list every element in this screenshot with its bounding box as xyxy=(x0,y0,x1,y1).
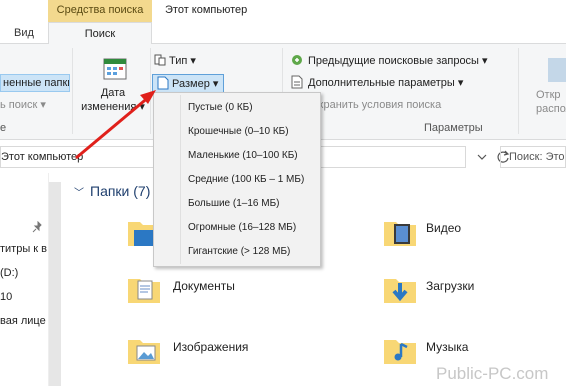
chevron-down-icon: ﹀ xyxy=(74,188,84,199)
size-option-huge[interactable]: Огромные (16–128 МБ) xyxy=(154,217,320,239)
save-search-button[interactable]: хранить условия поиска xyxy=(318,96,441,114)
type-button[interactable]: Тип ▾ xyxy=(154,52,196,70)
open-file-location-button[interactable]: Откр расположен xyxy=(524,50,566,120)
size-dropdown-menu: Пустые (0 КБ) Крошечные (0–10 КБ) Малень… xyxy=(153,92,321,267)
folders-group-title: Папки (7) xyxy=(90,183,151,199)
open-location-label: Откр расположен xyxy=(536,89,566,115)
tab-view[interactable]: Вид xyxy=(0,22,48,44)
ribbon-separator xyxy=(150,48,151,134)
ribbon-tab-row: Вид Поиск xyxy=(0,22,566,45)
location-group-label: е xyxy=(0,122,7,134)
size-button[interactable]: Размер ▾ xyxy=(152,74,224,94)
pictures-folder-icon[interactable] xyxy=(126,332,162,368)
ribbon-separator xyxy=(518,48,519,134)
documents-folder-icon[interactable] xyxy=(126,271,162,307)
document-size-icon xyxy=(157,76,169,90)
search-input[interactable]: Поиск: Это xyxy=(500,146,566,168)
window-title: Этот компьютер xyxy=(165,4,248,16)
type-icon xyxy=(154,54,166,66)
calendar-icon xyxy=(103,58,127,80)
folder-name[interactable]: Документы xyxy=(173,279,235,293)
all-subfolders-button[interactable]: ненные папки xyxy=(0,74,70,92)
recent-searches-icon xyxy=(292,55,302,65)
type-label: Тип ▾ xyxy=(169,55,196,67)
nav-item[interactable]: (D:) xyxy=(0,267,18,279)
advanced-options-button[interactable]: Дополнительные параметры ▾ xyxy=(290,74,463,92)
music-folder-icon[interactable] xyxy=(382,332,418,368)
open-location-icon xyxy=(548,58,566,82)
previous-searches-label: Предыдущие поисковые запросы ▾ xyxy=(308,55,488,67)
folders-group-header[interactable]: ﹀ Папки (7) xyxy=(74,183,150,199)
watermark: Public-PC.com xyxy=(436,364,549,383)
chevron-down-icon xyxy=(477,154,487,160)
nav-item[interactable]: 10 xyxy=(0,291,12,303)
folder-name[interactable]: Изображения xyxy=(173,340,248,354)
nav-scrollbar-thumb[interactable] xyxy=(49,182,61,386)
date-modified-button[interactable]: Дата изменения ▾ xyxy=(78,48,148,120)
nav-item[interactable]: вая лице xyxy=(0,315,46,327)
options-group-label: Параметры xyxy=(424,122,483,134)
advanced-options-label: Дополнительные параметры ▾ xyxy=(308,77,464,89)
size-option-gigantic[interactable]: Гигантские (> 128 МБ) xyxy=(154,241,320,263)
search-again-button[interactable]: ь поиск ▾ xyxy=(0,96,70,114)
size-option-large[interactable]: Большие (1–16 МБ) xyxy=(154,193,320,215)
pin-icon[interactable] xyxy=(32,221,44,233)
size-option-tiny[interactable]: Крошечные (0–10 КБ) xyxy=(154,121,320,143)
tab-search[interactable]: Поиск xyxy=(48,22,152,45)
document-options-icon xyxy=(291,75,303,89)
ribbon-separator xyxy=(72,48,73,134)
size-option-medium[interactable]: Средние (100 КБ – 1 МБ) xyxy=(154,169,320,191)
size-label: Размер ▾ xyxy=(172,78,219,90)
previous-searches-button[interactable]: Предыдущие поисковые запросы ▾ xyxy=(290,52,488,70)
address-history-dropdown[interactable] xyxy=(474,146,490,168)
date-modified-label: Дата изменения ▾ xyxy=(81,87,145,113)
folder-name[interactable]: Музыка xyxy=(426,340,468,354)
size-option-empty[interactable]: Пустые (0 КБ) xyxy=(154,97,320,119)
address-path: Этот компьютер xyxy=(1,151,84,163)
folder-name[interactable]: Видео xyxy=(426,221,461,235)
downloads-folder-icon[interactable] xyxy=(382,271,418,307)
context-tab-header: Средства поиска xyxy=(48,0,152,22)
nav-item[interactable]: титры к в xyxy=(0,243,47,255)
size-option-small[interactable]: Маленькие (10–100 КБ) xyxy=(154,145,320,167)
folder-name[interactable]: Загрузки xyxy=(426,279,474,293)
video-folder-icon[interactable] xyxy=(382,214,418,250)
